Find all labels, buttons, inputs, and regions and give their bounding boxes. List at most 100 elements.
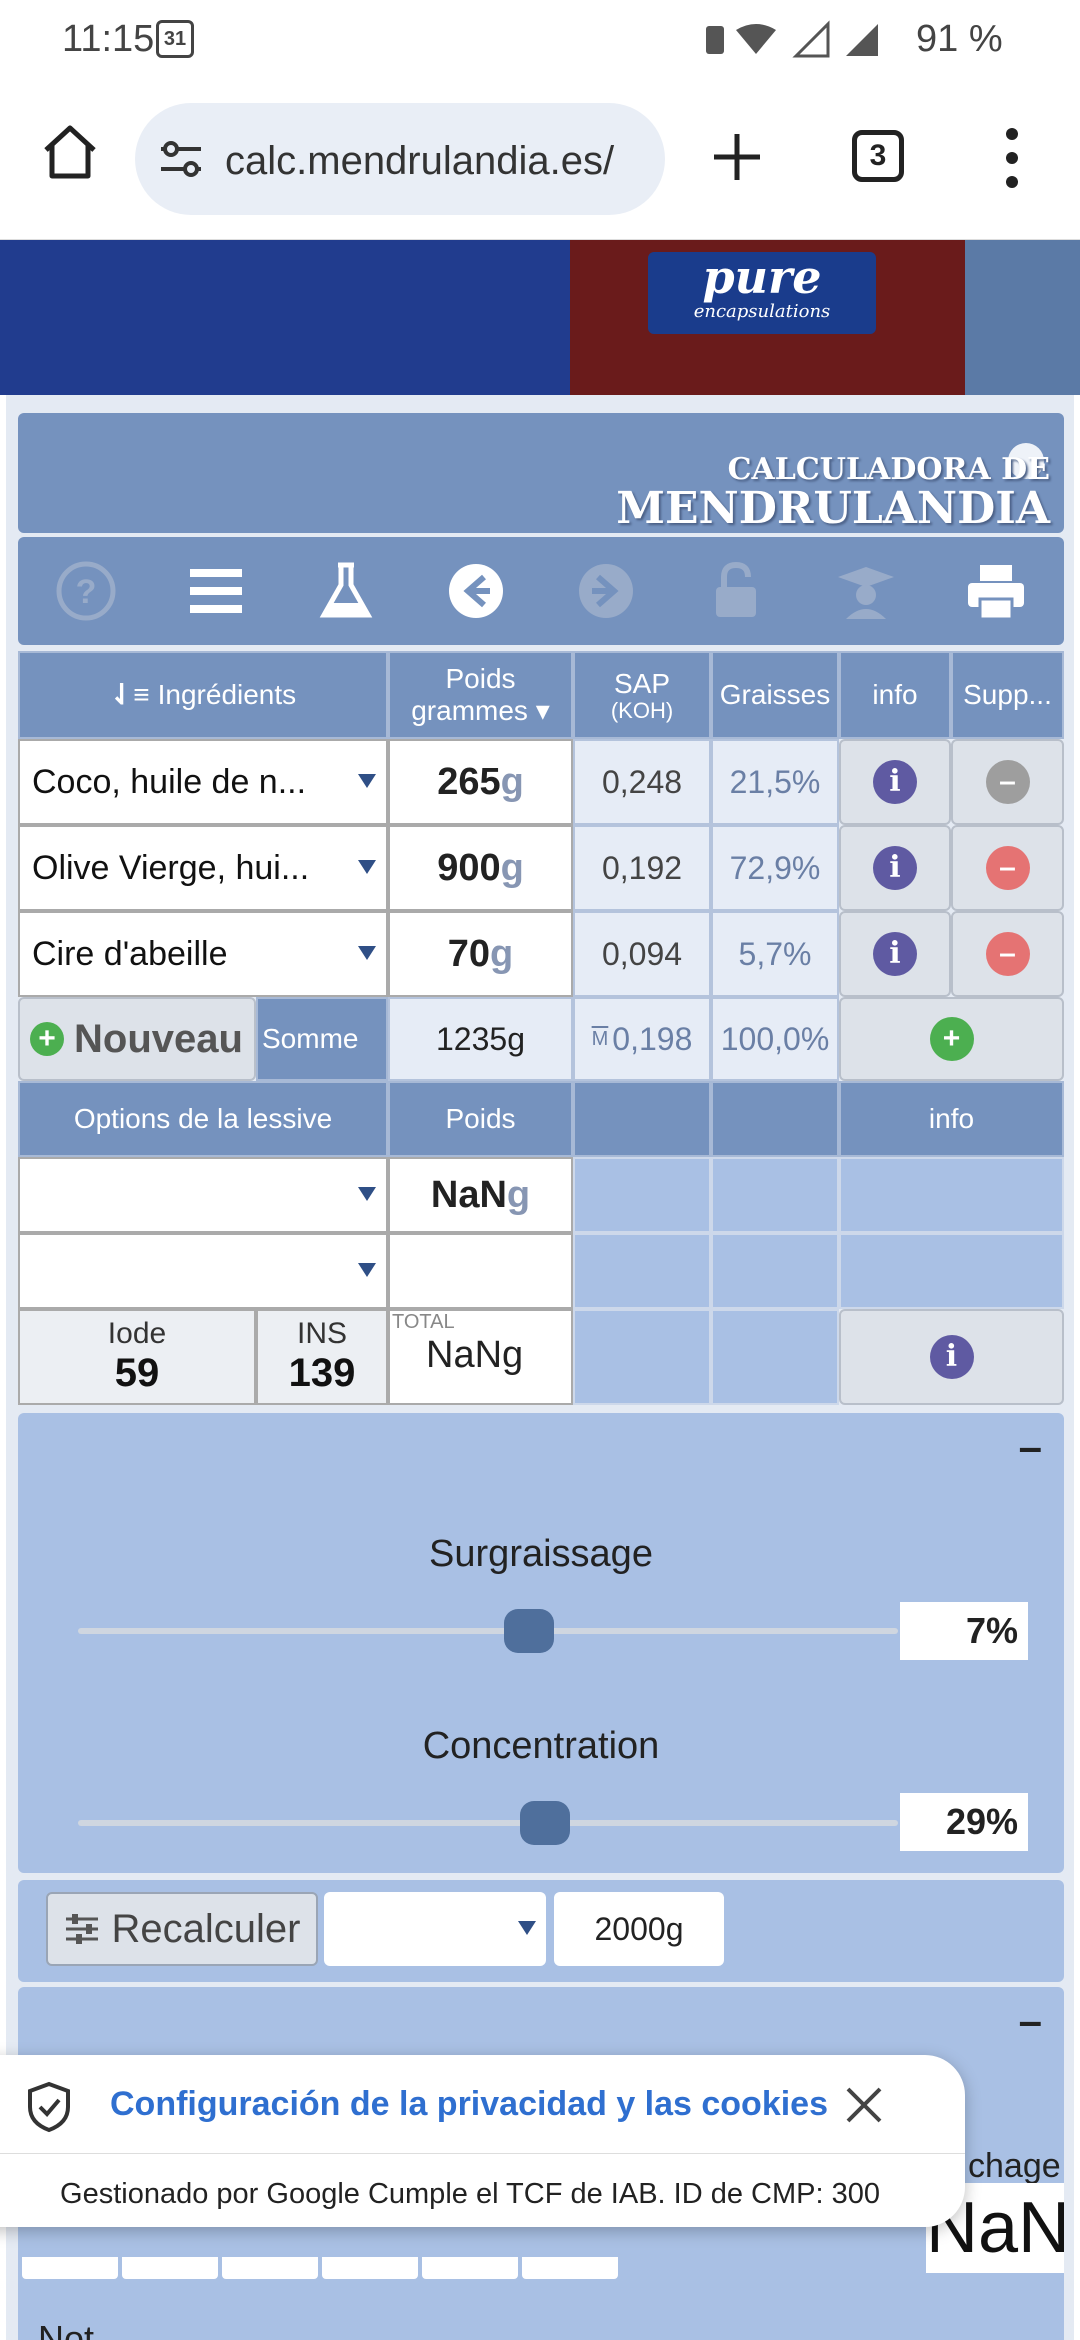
cookie-consent-banner[interactable]: Configuración de la privacidad y las coo…	[0, 2055, 965, 2227]
weight-unit: g	[500, 760, 524, 803]
sap-value: 0,094	[573, 911, 711, 997]
recalculate-mode-select[interactable]	[324, 1892, 546, 1966]
ad-logo: pure encapsulations	[648, 252, 876, 334]
result-cell	[222, 2257, 318, 2279]
sap-value: 0,192	[573, 825, 711, 911]
info-icon: i	[929, 1335, 974, 1379]
lye-weight-value: NaN g	[388, 1157, 573, 1233]
address-bar[interactable]: calc.mendrulandia.es/	[135, 103, 665, 215]
lye-weight-number: NaN	[430, 1173, 507, 1216]
ingredient-name: Olive Vierge, hui...	[32, 848, 310, 887]
info-button[interactable]: i	[839, 739, 951, 825]
recalculate-button[interactable]: Recalculer	[46, 1892, 318, 1966]
header-weight-text1: Poids	[445, 663, 516, 694]
blank-cell	[573, 1157, 711, 1233]
home-icon[interactable]	[40, 122, 100, 182]
settings-panel: – Surgraissage 7% Concentration 29%	[18, 1413, 1064, 1873]
result-cell	[122, 2257, 218, 2279]
close-icon[interactable]	[842, 2083, 886, 2127]
dropdown-caret-icon	[358, 860, 376, 874]
add-icon: +	[30, 1022, 64, 1056]
header-ingredients-col[interactable]: ⇃≡ Ingrédients	[18, 651, 388, 739]
blank-cell	[711, 1233, 839, 1309]
site-logo: CALCULADORA DE MENDRULANDIA	[616, 453, 1050, 531]
info-button[interactable]: i	[839, 911, 951, 997]
unlock-icon[interactable]	[704, 559, 768, 623]
site-settings-icon[interactable]	[157, 135, 205, 183]
lye-type-select[interactable]	[18, 1157, 388, 1233]
superfat-value[interactable]: 7%	[900, 1602, 1028, 1660]
concentration-value[interactable]: 29%	[900, 1793, 1028, 1851]
superfat-slider-track[interactable]	[78, 1609, 898, 1653]
weight-unit: g	[500, 846, 524, 889]
result-cell	[522, 2257, 618, 2279]
weight-input[interactable]: 70 g	[388, 911, 573, 997]
menu-icon[interactable]	[184, 559, 248, 623]
fat-percent: 5,7%	[711, 911, 839, 997]
iodine-value: 59	[114, 1351, 160, 1395]
cookie-settings-link[interactable]: Configuración de la privacidad y las coo…	[110, 2085, 828, 2124]
tab-switcher-button[interactable]: 3	[852, 130, 904, 182]
iodine-label: Iode	[107, 1317, 167, 1350]
delete-button[interactable]: –	[951, 911, 1064, 997]
header-sap-text1: SAP	[613, 668, 671, 699]
new-ingredient-button[interactable]: + Nouveau	[18, 997, 256, 1081]
sum-weight: 1235g	[388, 997, 573, 1081]
superfat-slider-thumb[interactable]	[504, 1609, 554, 1653]
ingredient-select[interactable]: Coco, huile de n...	[18, 739, 388, 825]
ingredient-select[interactable]: Olive Vierge, hui...	[18, 825, 388, 911]
fat-percent: 21,5%	[711, 739, 839, 825]
lye-header-blank	[573, 1081, 711, 1157]
concentration-slider-thumb[interactable]	[520, 1801, 571, 1845]
lye-info-button[interactable]: i	[839, 1309, 1064, 1405]
ingredient-name: Coco, huile de n...	[32, 762, 307, 801]
browser-toolbar: calc.mendrulandia.es/ 3	[0, 80, 1080, 240]
fat-percent: 72,9%	[711, 825, 839, 911]
graduate-icon[interactable]	[834, 559, 898, 623]
weight-input[interactable]: 900 g	[388, 825, 573, 911]
info-button[interactable]: i	[839, 825, 951, 911]
delete-button[interactable]: –	[951, 739, 1064, 825]
lye-info-header: info	[839, 1081, 1064, 1157]
svg-text:?: ?	[76, 573, 97, 611]
url-text[interactable]: calc.mendrulandia.es/	[225, 139, 655, 184]
lye-total-value: NaNg	[426, 1334, 524, 1376]
table-body: ⇃≡ Ingrédients Poids grammes ▾ SAP (KOH)…	[18, 651, 1064, 1411]
print-icon[interactable]	[964, 559, 1028, 623]
sap-value: 0,248	[573, 739, 711, 825]
help-icon[interactable]: ?	[54, 559, 118, 623]
blank-cell	[573, 1233, 711, 1309]
ins-label: INS	[296, 1317, 347, 1350]
dropdown-caret-icon	[358, 946, 376, 960]
header-weight-col[interactable]: Poids grammes ▾	[388, 651, 573, 739]
delete-button[interactable]: –	[951, 825, 1064, 911]
ad-banner[interactable]: pure encapsulations	[0, 240, 1080, 395]
sort-icon[interactable]: ⇃≡	[110, 679, 150, 711]
lye-weight-value-2	[388, 1233, 573, 1309]
forward-arrow-icon[interactable]	[574, 559, 638, 623]
new-ingredient-label: Nouveau	[74, 1016, 243, 1061]
result-cell	[422, 2257, 518, 2279]
lye-type-select-2[interactable]	[18, 1233, 388, 1309]
lye-weight-unit: g	[506, 1173, 531, 1216]
weight-input[interactable]: 265 g	[388, 739, 573, 825]
add-ingredient-button[interactable]: +	[839, 997, 1064, 1081]
back-arrow-icon[interactable]	[444, 559, 508, 623]
results-partial-label: chage	[968, 2147, 1061, 2185]
dropdown-caret-icon	[518, 1921, 536, 1935]
remove-icon: –	[985, 932, 1030, 976]
ingredient-select[interactable]: Cire d'abeille	[18, 911, 388, 997]
sap-average-prefix: M	[591, 1027, 609, 1050]
collapse-button[interactable]: –	[1019, 1997, 1042, 2045]
ad-logo-text: pure	[702, 250, 822, 304]
collapse-button[interactable]: –	[1019, 1423, 1042, 1471]
result-cell	[322, 2257, 418, 2279]
overflow-menu-icon[interactable]	[1000, 126, 1024, 190]
info-icon: i	[873, 932, 917, 976]
concentration-slider-track[interactable]	[78, 1801, 898, 1845]
new-tab-icon[interactable]	[710, 130, 764, 184]
calculator-header: CALCULADORA DE MENDRULANDIA	[18, 413, 1064, 533]
recalculate-amount-input[interactable]: 2000g	[554, 1892, 724, 1966]
flask-icon[interactable]	[314, 559, 378, 623]
header-sap-col: SAP (KOH)	[573, 651, 711, 739]
